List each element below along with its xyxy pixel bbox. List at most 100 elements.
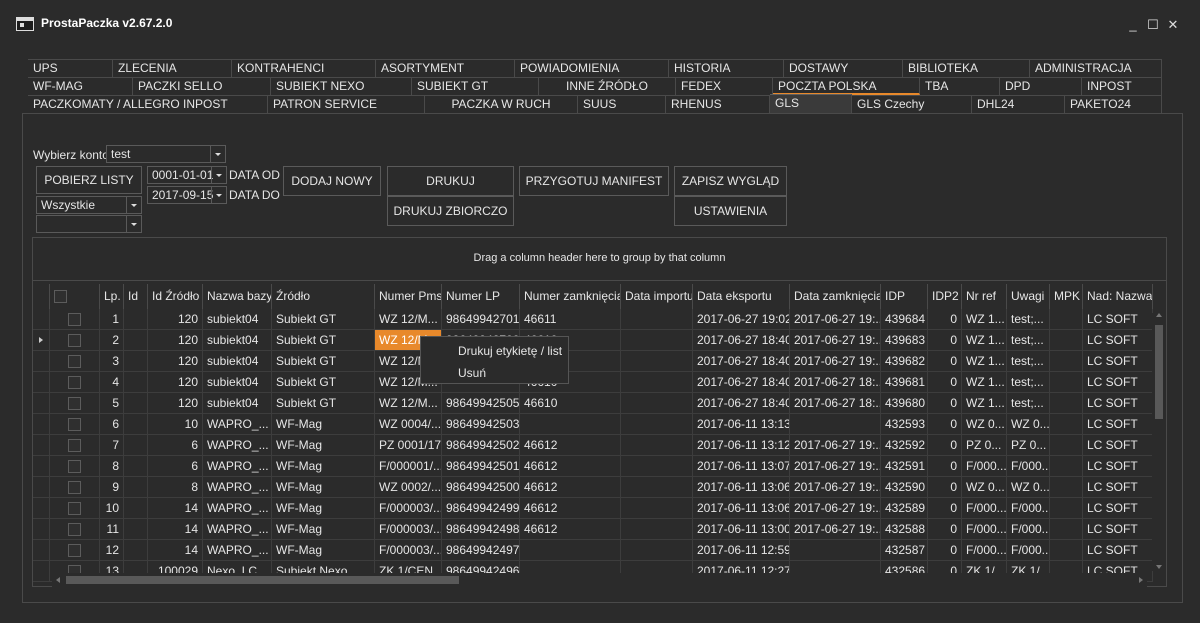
cell-id[interactable] (124, 414, 148, 435)
cell-data-zamkniecia[interactable]: 2017-06-27 19:... (790, 309, 881, 330)
cell-nazwa-bazy[interactable]: WAPRO_... (203, 540, 272, 561)
column-header-numer-pms[interactable]: Numer Pms (375, 284, 442, 309)
cell-id-zrodlo[interactable]: 120 (148, 330, 203, 351)
tab-historia[interactable]: HISTORIA (669, 59, 784, 77)
tab-gls[interactable]: GLS (770, 94, 852, 114)
cell-id[interactable] (124, 309, 148, 330)
column-header-nr-ref[interactable]: Nr ref (962, 284, 1007, 309)
table-row[interactable]: 5 120 subiekt04 Subiekt GT WZ 12/M... 9864994… (33, 393, 1153, 414)
cell-lp[interactable]: 3 (100, 351, 124, 372)
cell-lp[interactable]: 5 (100, 393, 124, 414)
cell-data-importu[interactable] (621, 477, 693, 498)
cell-id[interactable] (124, 498, 148, 519)
column-header-id[interactable]: Id (124, 284, 148, 309)
tab-paczka-w-ruch[interactable]: PACZKA W RUCH (425, 95, 578, 113)
print-button[interactable]: DRUKUJ (387, 166, 514, 196)
cell-data-zamkniecia[interactable]: 2017-06-27 19:... (790, 519, 881, 540)
cell-numer-pms[interactable]: F/000003/... (375, 498, 442, 519)
column-header-numer-lp[interactable]: Numer LP (442, 284, 520, 309)
cell-numer-zamkniecia[interactable]: 46612 (520, 498, 621, 519)
cell-data-zamkniecia[interactable]: 2017-06-27 19:... (790, 435, 881, 456)
cell-numer-zamkniecia[interactable]: 46612 (520, 477, 621, 498)
cell-id[interactable] (124, 456, 148, 477)
scroll-up-icon[interactable] (1156, 313, 1162, 317)
row-checkbox[interactable] (68, 544, 81, 557)
cell-uwagi[interactable]: WZ 0... (1007, 477, 1050, 498)
cell-id-zrodlo[interactable]: 6 (148, 435, 203, 456)
row-select-cell[interactable] (50, 498, 100, 519)
cell-idp2[interactable]: 0 (928, 309, 962, 330)
cell-data-importu[interactable] (621, 393, 693, 414)
cell-mpk[interactable] (1050, 498, 1083, 519)
tab-ups[interactable]: UPS (28, 59, 113, 77)
cell-uwagi[interactable]: test;... (1007, 330, 1050, 351)
vertical-scrollbar[interactable] (1152, 313, 1166, 571)
cell-data-zamkniecia[interactable]: 2017-06-27 19:... (790, 477, 881, 498)
cell-data-eksportu[interactable]: 2017-06-11 13:12 (693, 435, 790, 456)
cell-id[interactable] (124, 372, 148, 393)
cell-zrodlo[interactable]: WF-Mag (272, 456, 375, 477)
cell-id-zrodlo[interactable]: 120 (148, 393, 203, 414)
tab-administracja[interactable]: ADMINISTRACJA (1030, 59, 1162, 77)
cell-nr-ref[interactable]: F/000... (962, 540, 1007, 561)
group-by-panel[interactable]: Drag a column header here to group by th… (33, 238, 1166, 281)
row-checkbox[interactable] (68, 334, 81, 347)
column-header-nazwa-bazy[interactable]: Nazwa bazy (203, 284, 272, 309)
cell-numer-lp[interactable]: 98649942505 (442, 393, 520, 414)
cell-nr-ref[interactable]: WZ 1... (962, 351, 1007, 372)
cell-id-zrodlo[interactable]: 120 (148, 351, 203, 372)
cell-numer-lp[interactable]: 98649942502 (442, 435, 520, 456)
row-select-cell[interactable] (50, 414, 100, 435)
cell-numer-zamkniecia[interactable]: 46611 (520, 309, 621, 330)
cell-lp[interactable]: 7 (100, 435, 124, 456)
cell-zrodlo[interactable]: Subiekt GT (272, 372, 375, 393)
cell-lp[interactable]: 12 (100, 540, 124, 561)
cell-data-zamkniecia[interactable]: 2017-06-27 19:... (790, 330, 881, 351)
row-checkbox[interactable] (68, 397, 81, 410)
cell-idp[interactable]: 432589 (881, 498, 928, 519)
cell-idp2[interactable]: 0 (928, 519, 962, 540)
cell-zrodlo[interactable]: WF-Mag (272, 498, 375, 519)
row-select-cell[interactable] (50, 351, 100, 372)
cell-nr-ref[interactable]: WZ 1... (962, 372, 1007, 393)
cell-nazwa-bazy[interactable]: WAPRO_... (203, 456, 272, 477)
cell-data-eksportu[interactable]: 2017-06-11 12:59 (693, 540, 790, 561)
cell-idp[interactable]: 439680 (881, 393, 928, 414)
table-row[interactable]: 6 10 WAPRO_... WF-Mag WZ 0004/... 98649942503… (33, 414, 1153, 435)
cell-data-zamkniecia[interactable]: 2017-06-27 18:... (790, 372, 881, 393)
cell-nr-ref[interactable]: WZ 1... (962, 330, 1007, 351)
cell-numer-pms[interactable]: WZ 12/M... (375, 309, 442, 330)
cell-numer-pms[interactable]: F/000001/... (375, 456, 442, 477)
table-row[interactable]: 7 6 WAPRO_... WF-Mag PZ 0001/17 98649942502 46… (33, 435, 1153, 456)
cell-numer-pms[interactable]: F/000003/... (375, 540, 442, 561)
cell-uwagi[interactable]: F/000... (1007, 540, 1050, 561)
table-row[interactable]: 2120subiekt04Subiekt GTWZ 12/M...9864994… (33, 330, 1153, 351)
row-select-cell[interactable] (50, 372, 100, 393)
account-select[interactable]: test (106, 145, 226, 163)
cell-data-eksportu[interactable]: 2017-06-27 18:40 (693, 351, 790, 372)
row-checkbox[interactable] (68, 502, 81, 515)
table-row[interactable]: 4120subiekt04Subiekt GTWZ 12/M...4661020… (33, 372, 1153, 393)
row-checkbox[interactable] (68, 418, 81, 431)
cell-id-zrodlo[interactable]: 8 (148, 477, 203, 498)
cell-nazwa-bazy[interactable]: WAPRO_... (203, 498, 272, 519)
cell-data-importu[interactable] (621, 372, 693, 393)
column-header-idp2[interactable]: IDP2 (928, 284, 962, 309)
cell-numer-pms[interactable]: WZ 12/M... (375, 393, 442, 414)
cell-data-importu[interactable] (621, 435, 693, 456)
cell-nad-nazwa[interactable]: LC SOFT (1083, 330, 1153, 351)
cell-idp[interactable]: 432593 (881, 414, 928, 435)
tab-inpost[interactable]: INPOST (1082, 77, 1162, 95)
cell-lp[interactable]: 6 (100, 414, 124, 435)
cell-idp[interactable]: 439683 (881, 330, 928, 351)
prepare-manifest-button[interactable]: PRZYGOTUJ MANIFEST (519, 166, 669, 196)
table-row[interactable]: 3 120 subiekt04 Subiekt GT WZ 12/M... 2017-06… (33, 351, 1153, 372)
cell-uwagi[interactable]: F/000... (1007, 456, 1050, 477)
tab-wf-mag[interactable]: WF-MAG (28, 77, 133, 95)
cell-mpk[interactable] (1050, 414, 1083, 435)
row-select-cell[interactable] (50, 309, 100, 330)
cell-data-eksportu[interactable]: 2017-06-27 19:02 (693, 309, 790, 330)
filter2-select[interactable] (36, 215, 142, 233)
cell-idp2[interactable]: 0 (928, 498, 962, 519)
cell-mpk[interactable] (1050, 540, 1083, 561)
